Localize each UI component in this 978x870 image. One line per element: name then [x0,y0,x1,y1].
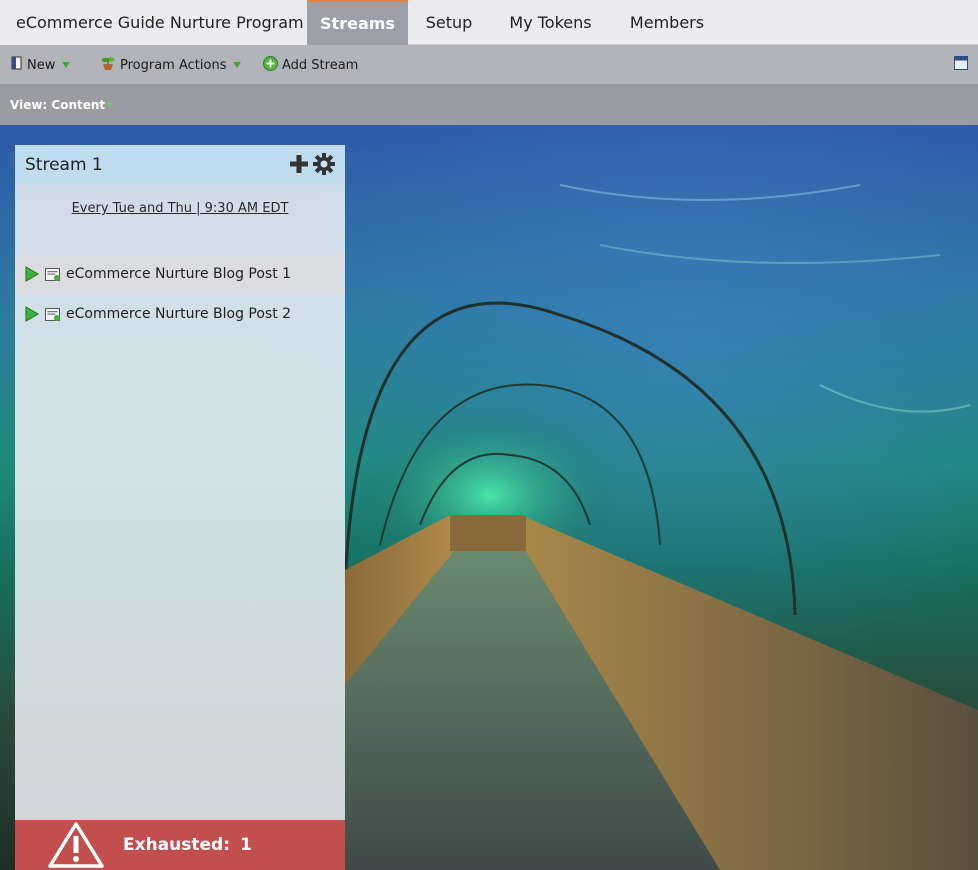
chevron-down-icon [233,62,242,68]
window-icon [954,56,968,74]
window-toggle-button[interactable] [954,45,968,85]
email-icon [45,307,60,321]
tab-setup[interactable]: Setup [408,0,490,45]
stream-panel: Stream 1 Every Tue and Thu | 9:30 AM EDT [15,145,345,870]
new-menu-button[interactable]: New [11,45,71,85]
stream-header: Stream 1 [15,145,345,184]
stream-content-item[interactable]: eCommerce Nurture Blog Post 1 [15,254,345,294]
play-icon [25,306,39,322]
view-label: View: Content [10,98,106,112]
tab-bar: eCommerce Guide Nurture Program Streams … [0,0,978,45]
exhausted-count: 1 [240,835,252,855]
program-title[interactable]: eCommerce Guide Nurture Program [0,0,307,45]
content-item-label: eCommerce Nurture Blog Post 1 [66,266,292,282]
content-item-label: eCommerce Nurture Blog Post 2 [66,306,292,322]
exhausted-label: Exhausted: [123,835,230,855]
program-actions-label: Program Actions [120,57,227,73]
exhausted-status: Exhausted: 1 [123,820,252,870]
gear-icon[interactable] [313,153,335,175]
cadence-link[interactable]: Every Tue and Thu | 9:30 AM EDT [15,201,345,216]
add-stream-label: Add Stream [282,57,359,73]
add-content-icon[interactable] [288,153,310,175]
tab-streams[interactable]: Streams [307,0,408,45]
program-actions-button[interactable]: Program Actions [100,45,242,85]
tab-members[interactable]: Members [611,0,723,45]
exhausted-bar[interactable]: Exhausted: 1 [15,820,345,870]
play-icon [25,266,39,282]
toolbar: New Program Actions Add Stream [0,45,978,85]
warning-icon [48,822,104,868]
stream-title[interactable]: Stream 1 [25,155,103,175]
email-icon [45,267,60,281]
new-document-icon [11,56,23,74]
plant-icon [100,55,116,75]
tab-my-tokens[interactable]: My Tokens [490,0,611,45]
chevron-down-icon [62,62,71,68]
chevron-down-icon [107,102,114,108]
add-circle-icon [263,55,278,75]
stream-content-item[interactable]: eCommerce Nurture Blog Post 2 [15,294,345,334]
new-menu-label: New [27,57,56,73]
view-selector[interactable]: View: Content [0,85,978,125]
add-stream-button[interactable]: Add Stream [263,45,358,85]
